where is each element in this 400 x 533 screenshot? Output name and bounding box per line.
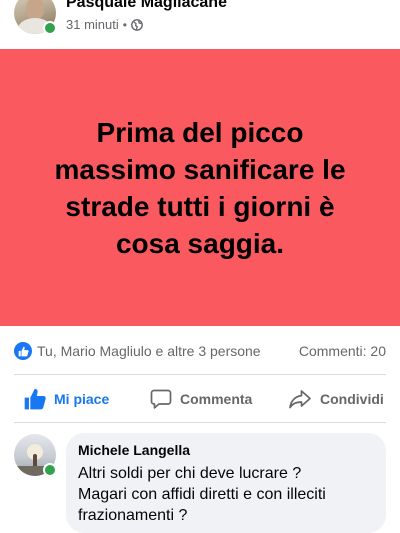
meta-separator: •	[122, 17, 127, 32]
comment-icon	[150, 389, 172, 409]
post-author-name[interactable]: Pasquale Magliacane	[66, 0, 227, 12]
online-status-dot	[43, 21, 57, 35]
banner-line: Prima del picco	[96, 116, 304, 148]
online-status-dot	[43, 463, 57, 477]
post-meta: 31 minuti •	[66, 17, 143, 32]
post-actions: Mi piace Commenta Condividi	[0, 376, 400, 422]
share-arrow-icon	[289, 390, 311, 409]
globe-icon	[131, 18, 143, 31]
share-button[interactable]: Condividi	[288, 376, 384, 422]
reactions-summary: Tu, Mario Magliulo e altre 3 persone Com…	[0, 338, 400, 364]
divider	[14, 422, 386, 423]
like-button-label: Mi piace	[54, 391, 110, 407]
comment-line: Magari con affidi diretti e con illeciti	[78, 486, 326, 503]
author-avatar[interactable]	[14, 0, 57, 35]
comment-bubble[interactable]: Michele Langella Altri soldi per chi dev…	[66, 433, 386, 533]
comment-text: Altri soldi per chi deve lucrare ? Magar…	[78, 463, 374, 526]
comment-button[interactable]: Commenta	[150, 376, 252, 422]
like-reaction-icon[interactable]	[14, 342, 32, 360]
thumbs-up-icon	[24, 388, 46, 410]
comment-line: Altri soldi per chi deve lucrare ?	[78, 465, 302, 482]
comments-count[interactable]: Commenti: 20	[299, 343, 386, 359]
post-header: Pasquale Magliacane 31 minuti •	[0, 0, 400, 48]
post-time[interactable]: 31 minuti	[66, 17, 119, 32]
banner-line: massimo sanificare le	[54, 153, 346, 185]
post-banner-text: Prima del picco massimo sanificare le st…	[30, 114, 370, 262]
share-button-label: Condividi	[320, 391, 384, 407]
banner-line: strade tutti i giorni è	[65, 190, 335, 222]
like-button[interactable]: Mi piace	[24, 376, 109, 422]
commenter-avatar[interactable]	[14, 434, 57, 477]
comment-author-name[interactable]: Michele Langella	[78, 442, 190, 458]
comment-button-label: Commenta	[180, 391, 253, 407]
post-banner: Prima del picco massimo sanificare le st…	[0, 49, 400, 326]
banner-line: cosa saggia.	[115, 227, 285, 259]
reactions-text[interactable]: Tu, Mario Magliulo e altre 3 persone	[37, 343, 261, 359]
divider	[14, 374, 386, 375]
